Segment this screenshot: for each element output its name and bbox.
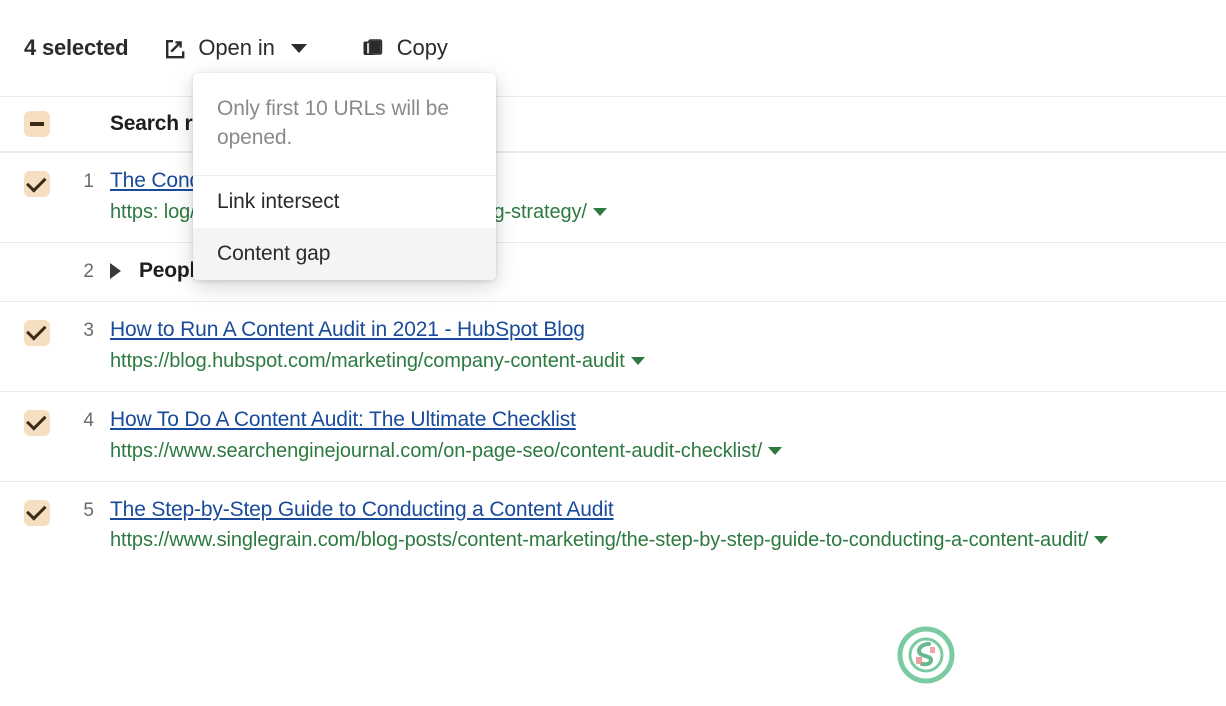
result-title-link[interactable]: The Step-by-Step Guide to Conducting a C… xyxy=(110,496,1202,524)
row-checkbox-cell xyxy=(24,243,64,261)
result-url: https://blog.hubspot.com/marketing/compa… xyxy=(110,348,1202,375)
open-in-external-icon xyxy=(162,36,186,60)
select-all-checkbox[interactable] xyxy=(24,111,50,137)
open-in-dropdown-menu: Only first 10 URLs will be opened. Link … xyxy=(193,73,496,280)
result-title-link[interactable]: How To Do A Content Audit: The Ultimate … xyxy=(110,406,1202,434)
selected-count-label: 4 selected xyxy=(24,35,129,60)
row-rank: 3 xyxy=(83,319,94,341)
copy-icon xyxy=(361,36,385,60)
row-content: The Step-by-Step Guide to Conducting a C… xyxy=(110,482,1202,571)
chevron-down-icon[interactable] xyxy=(290,43,307,53)
check-icon xyxy=(26,320,47,342)
circular-green-logo-watermark xyxy=(896,625,956,685)
open-in-button[interactable]: Open in xyxy=(152,29,316,67)
check-icon xyxy=(26,500,47,521)
row-rank: 5 xyxy=(83,499,94,521)
header-checkbox-cell xyxy=(24,111,64,137)
expand-collapse-triangle-icon[interactable] xyxy=(110,262,121,279)
result-url: https://www.searchenginejournal.com/on-p… xyxy=(110,438,1202,465)
table-row: 3 How to Run A Content Audit in 2021 - H… xyxy=(0,300,1226,391)
result-url-text: https://www.singlegrain.com/blog-posts/c… xyxy=(110,529,1089,552)
row-rank: 1 xyxy=(83,171,94,192)
table-row: 2 People also ask xyxy=(0,241,1226,301)
table-row: 5 The Step-by-Step Guide to Conducting a… xyxy=(0,480,1226,571)
url-chevron-down-icon[interactable] xyxy=(630,356,645,365)
table-row: 1 The Conducting a Content Audit in 2022… xyxy=(0,152,1226,242)
table-row: 4 How To Do A Content Audit: The Ultimat… xyxy=(0,390,1226,481)
search-results-header-label: Search re xyxy=(110,112,204,135)
row-content: How To Do A Content Audit: The Ultimate … xyxy=(110,392,1202,481)
row-checkbox[interactable] xyxy=(24,171,50,197)
table-header-row: Search re xyxy=(0,96,1226,152)
indeterminate-dash-icon xyxy=(30,122,44,126)
result-title-link[interactable]: How to Run A Content Audit in 2021 - Hub… xyxy=(110,316,1202,344)
result-url-text: https://blog.hubspot.com/marketing/compa… xyxy=(110,349,625,372)
row-checkbox[interactable] xyxy=(24,409,50,436)
dropdown-hint-text: Only first 10 URLs will be opened. xyxy=(193,73,496,176)
row-content: How to Run A Content Audit in 2021 - Hub… xyxy=(110,302,1202,391)
result-url-text: https://www.searchenginejournal.com/on-p… xyxy=(110,439,763,462)
copy-button[interactable]: Copy xyxy=(351,29,458,67)
row-checkbox[interactable] xyxy=(24,319,50,346)
result-url: https://www.singlegrain.com/blog-posts/c… xyxy=(110,527,1202,554)
url-chevron-down-icon[interactable] xyxy=(592,207,607,216)
check-icon xyxy=(26,171,47,193)
url-chevron-down-icon[interactable] xyxy=(1094,536,1109,545)
search-results-table: Search re 1 The Conducting a Content Aud… xyxy=(0,96,1226,571)
menu-item-content-gap[interactable]: Content gap xyxy=(193,227,496,280)
row-checkbox-cell xyxy=(24,302,64,346)
selection-toolbar: 4 selected Open in Copy xyxy=(0,0,1226,96)
menu-item-link-intersect[interactable]: Link intersect xyxy=(193,176,496,228)
url-chevron-down-icon[interactable] xyxy=(768,446,783,455)
copy-label: Copy xyxy=(396,35,448,60)
row-rank: 4 xyxy=(83,409,94,431)
row-checkbox-cell xyxy=(24,153,64,197)
row-checkbox-cell xyxy=(24,482,64,526)
open-in-label: Open in xyxy=(198,35,275,60)
row-checkbox[interactable] xyxy=(24,499,50,526)
row-checkbox-cell xyxy=(24,392,64,436)
row-rank: 2 xyxy=(83,260,94,282)
check-icon xyxy=(26,410,47,431)
